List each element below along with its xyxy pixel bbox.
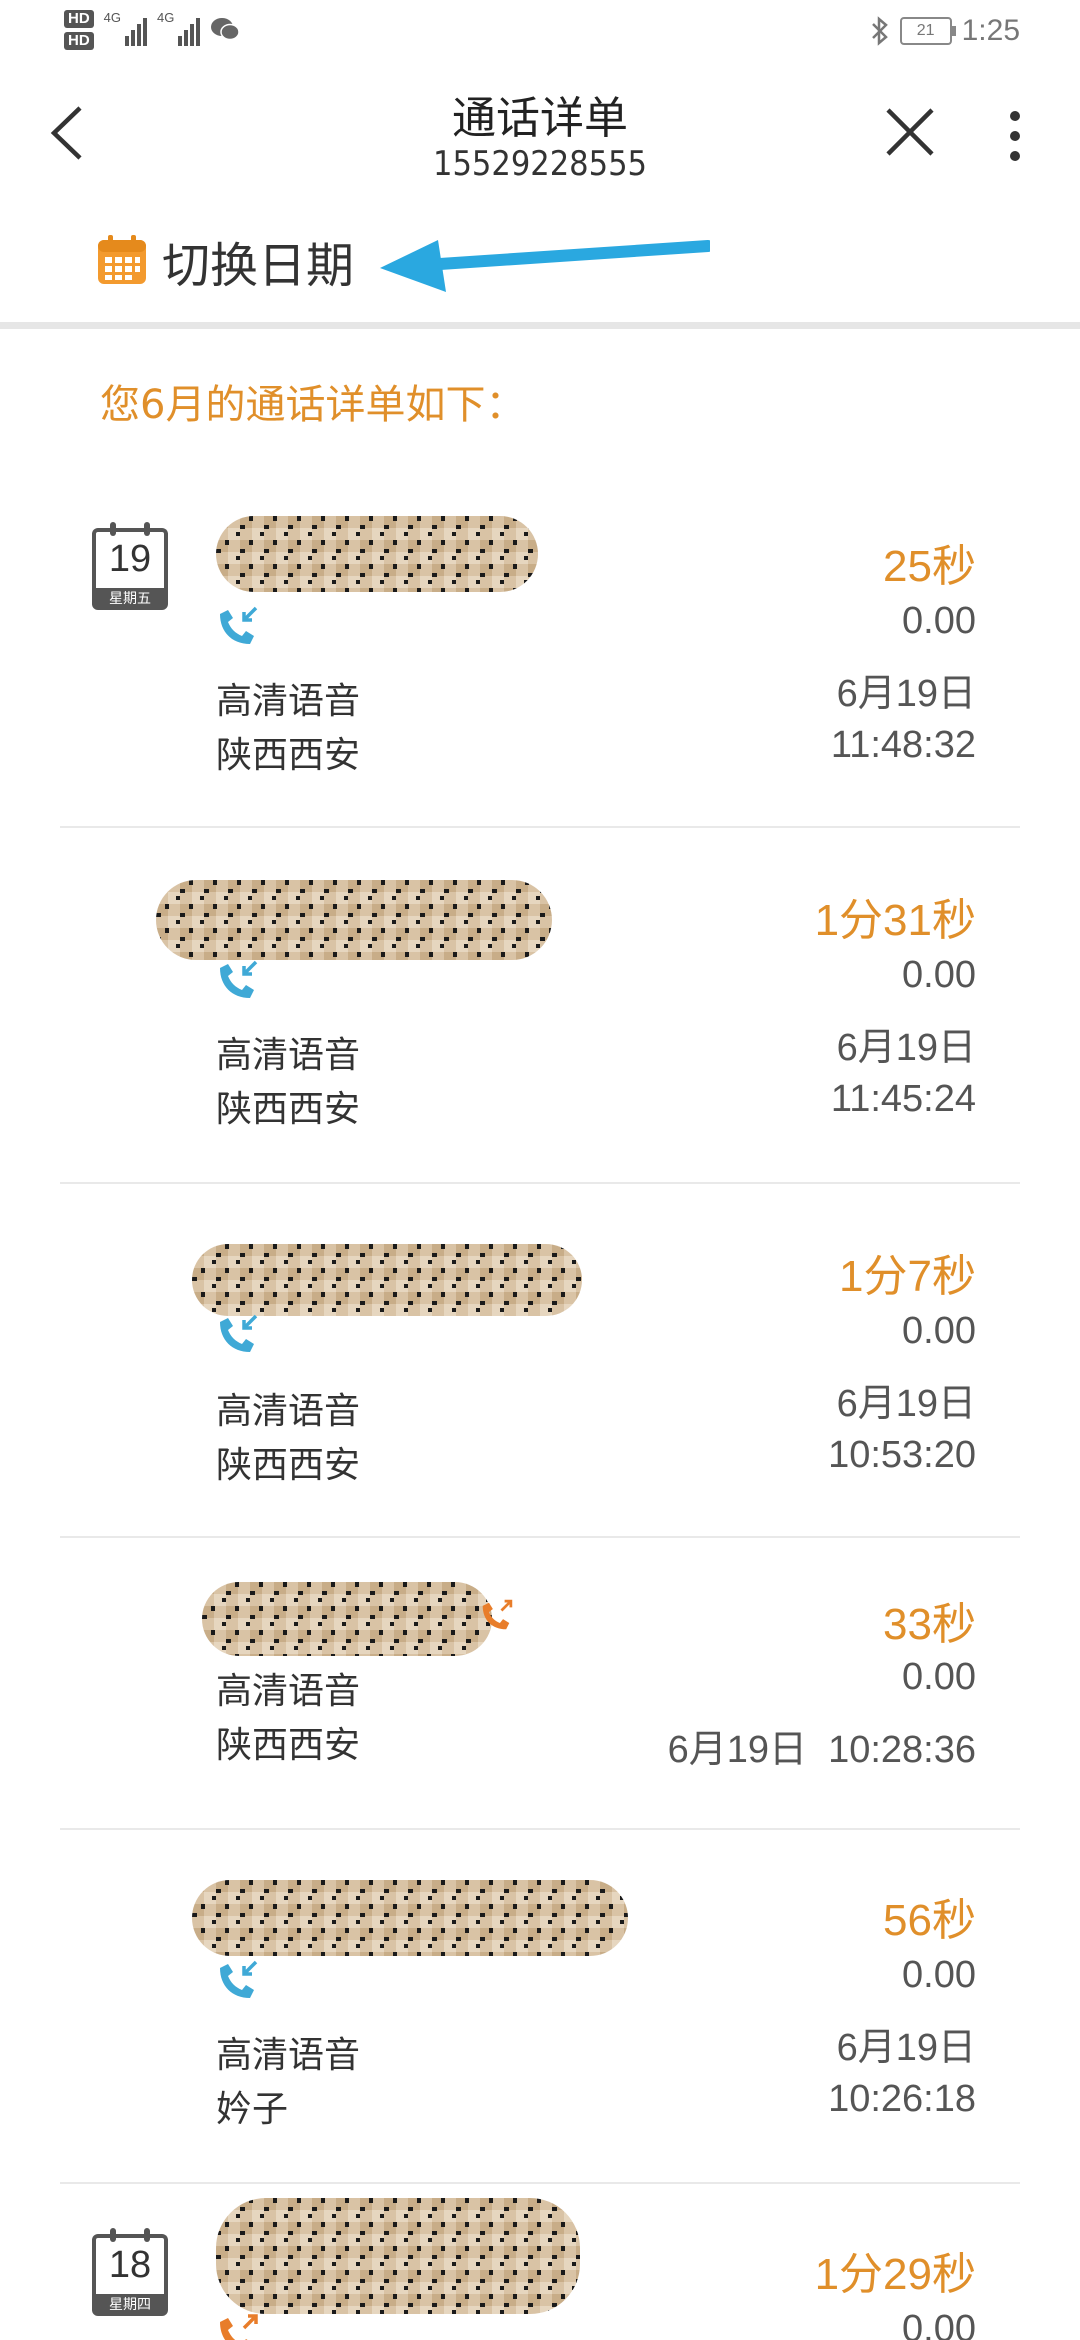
call-record[interactable]: 19 星期五 高清语音 陕西西安 25秒 0.00 6月19日 11:48:32 xyxy=(0,500,1080,825)
date-switch-bar: 切换日期 xyxy=(0,200,1080,329)
more-icon[interactable] xyxy=(1000,106,1030,166)
call-time: 10:53:20 xyxy=(828,1434,976,1476)
call-type: 高清语音 xyxy=(216,1671,361,1712)
call-type: 高清语音 xyxy=(216,1391,361,1432)
call-record[interactable]: 18 星期四 1分29秒 0.00 xyxy=(0,2184,1080,2340)
app-header: 通话详单 15529228555 xyxy=(0,70,1080,200)
call-date: 6月19日 xyxy=(836,2027,976,2069)
call-fee: 0.00 xyxy=(902,2308,976,2340)
call-duration: 56秒 xyxy=(883,1896,976,1945)
call-location: 陕西西安 xyxy=(216,1445,361,1486)
call-datetime: 6月19日 10:28:36 xyxy=(667,1729,976,1771)
signal-icon-1: 4G xyxy=(104,10,148,46)
masked-number xyxy=(156,880,552,960)
call-duration: 1分29秒 xyxy=(814,2250,976,2299)
hd-badge-2: HD xyxy=(64,32,94,50)
incoming-call-icon xyxy=(220,606,258,644)
masked-number xyxy=(202,1582,492,1656)
bluetooth-icon xyxy=(871,16,888,46)
call-location: 陕西西安 xyxy=(216,735,361,776)
call-type: 高清语音 xyxy=(216,681,361,722)
call-date: 6月19日 xyxy=(836,1027,976,1069)
call-duration: 25秒 xyxy=(883,542,976,591)
masked-number xyxy=(216,516,538,592)
call-record[interactable]: 高清语音 陕西西安 33秒 0.00 6月19日 10:28:36 xyxy=(0,1538,1080,1828)
signal-icon-2: 4G xyxy=(157,10,201,46)
masked-number xyxy=(216,2198,580,2314)
incoming-call-icon xyxy=(220,960,258,998)
call-location: 妗子 xyxy=(216,2089,289,2130)
call-date: 6月19日 xyxy=(836,1383,976,1425)
call-record[interactable]: 高清语音 妗子 56秒 0.00 6月19日 10:26:18 xyxy=(0,1830,1080,2182)
call-type: 高清语音 xyxy=(216,1035,361,1076)
day-badge: 18 星期四 xyxy=(92,2228,168,2316)
masked-number xyxy=(192,1244,582,1316)
intro-text: 您6月的通话详单如下： xyxy=(100,382,526,428)
call-type: 高清语音 xyxy=(216,2035,361,2076)
call-fee: 0.00 xyxy=(902,1954,976,1996)
status-bar: HD HD 4G 4G 21 1:25 xyxy=(0,0,1080,70)
battery-icon: 21 xyxy=(899,17,956,45)
calendar-icon[interactable] xyxy=(96,234,148,286)
call-fee: 0.00 xyxy=(902,954,976,996)
call-date: 6月19日 xyxy=(836,673,976,715)
incoming-call-icon xyxy=(220,1960,258,1998)
call-record[interactable]: 高清语音 陕西西安 1分7秒 0.00 6月19日 10:53:20 xyxy=(0,1184,1080,1536)
incoming-call-icon xyxy=(220,1314,258,1352)
call-fee: 0.00 xyxy=(902,1656,976,1698)
call-time: 10:26:18 xyxy=(828,2078,976,2120)
call-fee: 0.00 xyxy=(902,1310,976,1352)
arrow-annotation-icon xyxy=(380,240,710,292)
hd-badge-1: HD xyxy=(64,10,94,28)
call-location: 陕西西安 xyxy=(216,1089,361,1130)
call-record[interactable]: 高清语音 陕西西安 1分31秒 0.00 6月19日 11:45:24 xyxy=(0,828,1080,1182)
call-duration: 33秒 xyxy=(883,1600,976,1649)
masked-number xyxy=(192,1880,628,1956)
day-badge: 19 星期五 xyxy=(92,522,168,610)
clock: 1:25 xyxy=(961,14,1020,47)
call-time: 11:45:24 xyxy=(830,1078,976,1120)
outgoing-call-icon xyxy=(482,1599,513,1630)
call-location: 陕西西安 xyxy=(216,1725,361,1766)
outgoing-call-icon xyxy=(220,2314,258,2340)
call-duration: 1分31秒 xyxy=(814,896,976,945)
close-icon[interactable] xyxy=(882,104,938,160)
call-duration: 1分7秒 xyxy=(839,1252,976,1301)
date-switch-button[interactable]: 切换日期 xyxy=(162,226,354,296)
wechat-icon xyxy=(211,18,241,41)
call-fee: 0.00 xyxy=(902,600,976,642)
call-time: 11:48:32 xyxy=(830,724,976,766)
